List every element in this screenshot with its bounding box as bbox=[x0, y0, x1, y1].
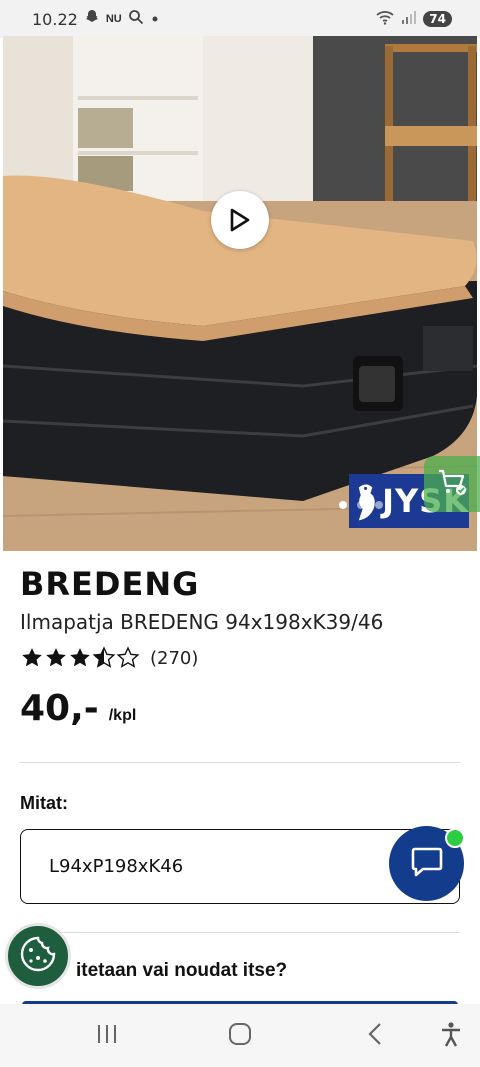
play-icon bbox=[229, 208, 251, 232]
back-icon bbox=[366, 1022, 386, 1051]
price-value: 40,- bbox=[20, 688, 99, 729]
price-unit: /kpl bbox=[108, 707, 137, 724]
carrier-tag: NU bbox=[105, 13, 122, 25]
home-icon bbox=[228, 1022, 252, 1051]
snapchat-icon bbox=[84, 9, 100, 30]
rating-count: (270) bbox=[150, 647, 199, 669]
rating-stars bbox=[22, 646, 140, 668]
online-status-badge bbox=[445, 828, 465, 848]
divider bbox=[20, 762, 460, 763]
divider bbox=[20, 932, 460, 933]
star-half-icon bbox=[92, 646, 116, 668]
carousel-dots[interactable] bbox=[339, 501, 383, 509]
product-price: 40,- /kpl bbox=[20, 688, 136, 729]
product-subtitle: Ilmapatja BREDENG 94x198xK39/46 bbox=[20, 610, 384, 634]
accessibility-button[interactable] bbox=[433, 1018, 469, 1054]
play-video-button[interactable] bbox=[211, 191, 269, 249]
delivery-question-text: itetaan vai noudat itse? bbox=[76, 960, 288, 981]
product-rating[interactable]: (270) bbox=[20, 646, 198, 670]
size-label: Mitat: bbox=[20, 793, 68, 813]
star-icon bbox=[22, 648, 42, 667]
wifi-icon bbox=[375, 9, 395, 30]
carousel-dot[interactable] bbox=[339, 501, 347, 509]
battery-indicator: 74 bbox=[423, 11, 452, 27]
back-button[interactable] bbox=[358, 1018, 394, 1054]
accessibility-icon bbox=[439, 1021, 463, 1052]
cookie-icon bbox=[18, 934, 58, 979]
dot-icon bbox=[150, 9, 160, 29]
star-empty-icon bbox=[116, 646, 140, 668]
cart-button[interactable] bbox=[424, 456, 480, 512]
search-icon bbox=[128, 9, 144, 30]
status-bar: 10.22 NU 74 bbox=[0, 0, 480, 38]
recent-apps-icon bbox=[95, 1023, 119, 1050]
chat-bubble-icon bbox=[409, 843, 445, 884]
star-icon bbox=[70, 648, 90, 667]
product-brand: BREDENG bbox=[20, 565, 200, 603]
home-button[interactable] bbox=[222, 1018, 258, 1054]
signal-icon bbox=[401, 9, 417, 30]
system-nav-bar bbox=[0, 1004, 480, 1067]
carousel-dot[interactable] bbox=[375, 501, 383, 509]
star-icon bbox=[46, 648, 66, 667]
cart-check-icon bbox=[437, 468, 467, 501]
product-image-carousel[interactable]: JYSK bbox=[3, 36, 477, 551]
carousel-dot[interactable] bbox=[357, 501, 365, 509]
size-value: L94xP198xK46 bbox=[49, 856, 184, 877]
recent-apps-button[interactable] bbox=[89, 1018, 125, 1054]
status-time: 10.22 bbox=[32, 9, 78, 29]
cookie-settings-button[interactable] bbox=[5, 923, 71, 989]
